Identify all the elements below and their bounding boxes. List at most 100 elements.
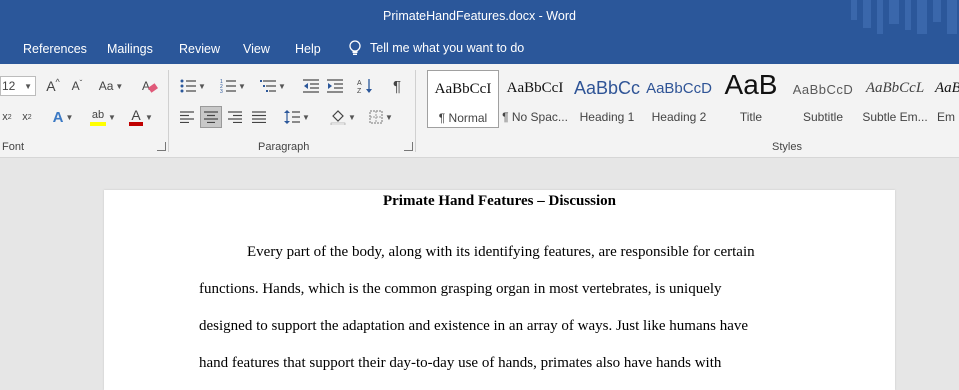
paragraph-dialog-launcher-icon[interactable]: [404, 142, 413, 151]
eraser-icon: A: [142, 79, 158, 93]
pilcrow-icon: ¶: [392, 77, 402, 95]
paint-bucket-icon: [330, 110, 346, 125]
increase-indent-button[interactable]: [324, 75, 346, 97]
align-left-button[interactable]: [176, 106, 198, 128]
paragraph-group-label: Paragraph: [258, 141, 310, 153]
style-name: Subtle Em...: [862, 110, 928, 124]
svg-text:A: A: [142, 79, 150, 93]
document-title[interactable]: Primate Hand Features – Discussion: [104, 193, 895, 210]
document-page[interactable]: Primate Hand Features – Discussion Every…: [104, 190, 895, 390]
style-name: Heading 2: [651, 110, 707, 124]
window-title: PrimateHandFeatures.docx - Word: [383, 9, 576, 23]
borders-icon: [369, 110, 383, 124]
tab-review[interactable]: Review: [179, 42, 220, 56]
decrease-indent-button[interactable]: [300, 75, 322, 97]
superscript-button[interactable]: x2: [18, 106, 36, 128]
text-effects-button[interactable]: A ▼: [48, 106, 78, 128]
highlighter-icon: ab: [90, 108, 107, 126]
style-subtitle[interactable]: AaBbCcD Subtitle: [787, 70, 859, 128]
shading-button[interactable]: ▼: [326, 106, 360, 128]
style-name: Em: [937, 110, 955, 124]
chevron-down-icon: ▼: [24, 81, 32, 91]
sort-button[interactable]: AZ: [354, 75, 376, 97]
borders-button[interactable]: ▼: [364, 106, 398, 128]
title-bar: PrimateHandFeatures.docx - Word: [0, 0, 959, 34]
font-dialog-launcher-icon[interactable]: [157, 142, 166, 151]
style-subtle-emphasis[interactable]: AaBbCcL Subtle Em...: [859, 70, 931, 128]
style-preview: AaBbCcD: [792, 82, 854, 97]
shrink-font-button[interactable]: Aˇ: [66, 75, 88, 97]
ribbon-home: 12 ▼ A ^ Aˇ Aa ▼ A x2 x2 A ▼ ab ▼ A ▼ Font ▼ …: [0, 64, 959, 158]
style-name: Title: [739, 110, 763, 124]
tell-me-text: Tell me what you want to do: [370, 41, 525, 55]
grow-font-button[interactable]: A ^: [42, 75, 64, 97]
style-normal[interactable]: AaBbCcI ¶ Normal: [427, 70, 499, 128]
style-preview: AaBbCc: [573, 78, 641, 98]
align-center-icon: [204, 111, 218, 123]
align-right-button[interactable]: [224, 106, 246, 128]
show-formatting-button[interactable]: ¶: [386, 75, 408, 97]
bullets-button[interactable]: ▼: [176, 75, 210, 97]
style-preview: AaB: [935, 80, 959, 96]
style-name: ¶ Normal: [438, 111, 488, 125]
justify-button[interactable]: [248, 106, 270, 128]
title-bar-pattern: [851, 0, 957, 34]
text-effects-icon: A: [52, 108, 64, 126]
style-preview: AaBbCcI: [506, 80, 564, 96]
clear-formatting-button[interactable]: A: [138, 75, 162, 97]
subscript-button[interactable]: x2: [0, 106, 14, 128]
paragraph-line: designed to support the adaptation and e…: [199, 318, 749, 334]
tab-mailings[interactable]: Mailings: [107, 42, 153, 56]
numbered-list-icon: 123: [220, 79, 237, 93]
style-name: Subtitle: [802, 110, 844, 124]
styles-gallery: AaBbCcI ¶ Normal AaBbCcI ¶ No Spac... Aa…: [425, 70, 959, 128]
tab-view[interactable]: View: [243, 42, 270, 56]
svg-text:Z: Z: [357, 88, 362, 94]
align-center-button[interactable]: [200, 106, 222, 128]
tab-references[interactable]: References: [23, 42, 87, 56]
style-heading-1[interactable]: AaBbCc Heading 1: [571, 70, 643, 128]
style-no-spacing[interactable]: AaBbCcI ¶ No Spac...: [499, 70, 571, 128]
svg-text:A: A: [357, 80, 362, 87]
multilevel-list-button[interactable]: ▼: [256, 75, 290, 97]
line-spacing-icon: [284, 110, 301, 124]
style-emphasis[interactable]: AaB Em: [931, 70, 959, 128]
font-group-label: Font: [2, 141, 25, 153]
highlight-color-button[interactable]: ab ▼: [86, 106, 120, 128]
font-color-button[interactable]: A ▼: [124, 106, 158, 128]
change-case-label: Aa: [98, 79, 114, 93]
group-separator: [168, 70, 169, 152]
style-title[interactable]: AaB Title: [715, 70, 787, 128]
font-size-value: 12: [2, 79, 16, 93]
font-color-icon: A: [129, 108, 144, 126]
style-name: Heading 1: [579, 110, 635, 124]
sort-az-icon: AZ: [357, 79, 372, 94]
styles-group-label: Styles: [772, 141, 802, 153]
numbering-button[interactable]: 1 2 3 ▼: [216, 75, 250, 97]
group-separator: [415, 70, 416, 152]
svg-text:3: 3: [220, 89, 223, 93]
decrease-indent-icon: [303, 79, 319, 93]
align-right-icon: [228, 111, 242, 123]
document-paragraph[interactable]: Every part of the body, along with its i…: [199, 234, 799, 382]
align-left-icon: [180, 111, 194, 123]
tell-me-search[interactable]: Tell me what you want to do: [348, 40, 524, 56]
style-preview: AaB: [724, 70, 778, 100]
font-size-combo[interactable]: 12 ▼: [0, 76, 36, 96]
change-case-button[interactable]: Aa ▼: [94, 75, 128, 97]
bullet-list-icon: [180, 79, 197, 93]
paragraph-line: hand features that support their day-to-…: [199, 355, 722, 371]
lightbulb-icon: [349, 40, 361, 55]
ribbon-tabs: References Mailings Review View Help Tel…: [0, 34, 959, 64]
style-name: ¶ No Spac...: [502, 110, 568, 124]
tab-help[interactable]: Help: [295, 42, 321, 56]
style-preview: AaBbCcL: [865, 80, 925, 96]
style-preview: AaBbCcI: [434, 81, 492, 97]
paragraph-line: functions. Hands, which is the common gr…: [199, 281, 722, 297]
multilevel-list-icon: [260, 80, 277, 92]
style-heading-2[interactable]: AaBbCcD Heading 2: [643, 70, 715, 128]
line-spacing-button[interactable]: ▼: [280, 106, 314, 128]
justify-icon: [252, 111, 266, 123]
paragraph-line: Every part of the body, along with its i…: [247, 244, 755, 260]
style-preview: AaBbCcD: [646, 80, 712, 97]
